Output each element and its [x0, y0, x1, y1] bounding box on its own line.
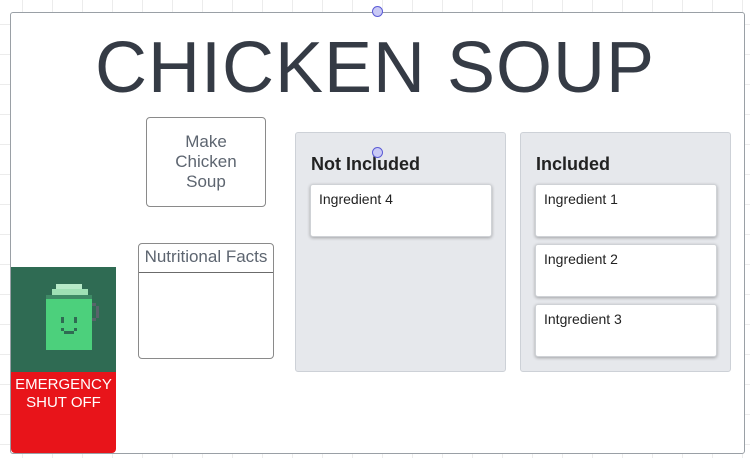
- page-title: CHICKEN SOUP: [94, 28, 656, 108]
- battery-face-icon: [46, 284, 99, 350]
- emergency-shut-off-button[interactable]: EMERGENCY SHUT OFF: [11, 372, 116, 453]
- ingredient-card[interactable]: Ingredient 4: [310, 184, 492, 237]
- column-title: Included: [536, 154, 611, 174]
- make-chicken-soup-button[interactable]: Make Chicken Soup: [146, 117, 266, 207]
- ingredient-card[interactable]: Ingredient 2: [535, 244, 717, 297]
- ingredient-card[interactable]: Ingredient 1: [535, 184, 717, 237]
- included-column[interactable]: Included Ingredient 1 Ingredient 2 Intgr…: [520, 132, 731, 372]
- status-tile: [11, 267, 116, 372]
- resize-handle-top[interactable]: [372, 6, 383, 17]
- selection-handle[interactable]: [372, 147, 383, 158]
- column-title: Not Included: [311, 154, 420, 174]
- nutritional-facts-title: Nutritional Facts: [139, 244, 273, 273]
- not-included-column[interactable]: Not Included Ingredient 4: [295, 132, 506, 372]
- ingredient-card[interactable]: Intgredient 3: [535, 304, 717, 357]
- nutritional-facts-box: Nutritional Facts: [138, 243, 274, 359]
